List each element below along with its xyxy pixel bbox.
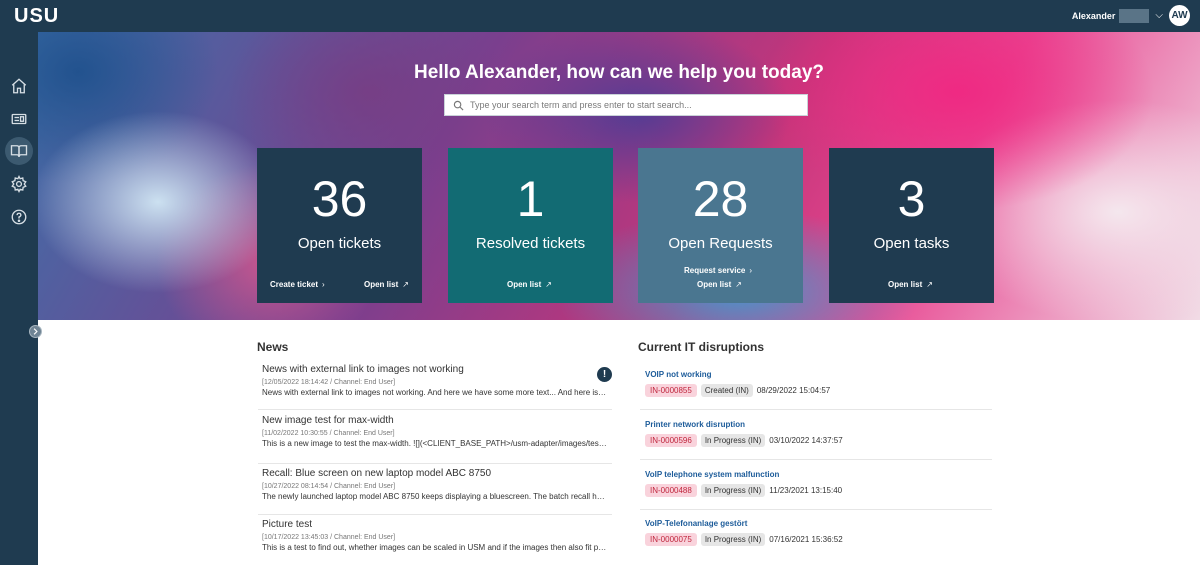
tile-open-requests[interactable]: 28 Open Requests Request service › Open l… [638,148,803,303]
open-list-link[interactable]: Open list ↗ [888,280,933,289]
disruption-item[interactable]: VoIP-Telefonanlage gestört IN-0000075 In… [640,519,992,559]
tile-label: Open tickets [297,235,382,252]
book-icon [10,145,28,158]
disruption-date: 08/29/2022 15:04:57 [756,386,831,395]
status-badge: Created (IN) [700,384,753,397]
chevron-right-icon [33,328,38,335]
link-label: Open list [507,280,542,289]
search-box[interactable] [444,94,808,116]
hero-greeting: Hello Alexander, how can we help you tod… [414,62,824,83]
sidebar [0,32,42,565]
disruption-date: 03/10/2022 14:37:57 [769,436,843,445]
tile-count: 36 [311,171,368,227]
external-arrow-icon: ↗ [735,280,742,289]
top-bar: USU Alexander ⌵ AW [0,0,1200,32]
tile-count: 3 [897,171,926,227]
external-arrow-icon: ↗ [926,280,933,289]
open-list-link[interactable]: Open list ↗ [697,280,742,289]
news-title[interactable]: New image test for max-width [262,415,612,426]
news-item[interactable]: Recall: Blue screen on new laptop model … [258,468,612,515]
incident-id-badge: IN-0000596 [645,434,697,447]
link-label: Open list [888,280,923,289]
user-name[interactable]: Alexander [1072,11,1116,21]
news-text: This is a new image to test the max-widt… [262,439,608,448]
disruptions-heading: Current IT disruptions [638,340,764,354]
request-service-link[interactable]: Request service › [684,266,752,275]
home-icon [11,78,27,94]
user-menu[interactable]: Alexander ⌵ AW [1072,5,1190,26]
link-label: Request service [684,266,746,275]
ticket-card-icon [11,113,27,125]
link-label: Open list [364,280,399,289]
gear-icon [11,175,27,193]
open-list-link[interactable]: Open list ↗ [364,280,409,289]
status-badge: In Progress (IN) [700,533,766,546]
news-item[interactable]: News with external link to images not wo… [258,364,612,410]
create-ticket-link[interactable]: Create ticket › [270,280,325,289]
tile-label: Open Requests [668,235,773,252]
disruption-item[interactable]: VOIP not working IN-0000855 Created (IN)… [640,370,992,410]
hero-banner: Hello Alexander, how can we help you tod… [38,32,1200,320]
news-meta: [11/02/2022 10:30:55 / Channel: End User… [262,430,395,437]
tile-open-tickets[interactable]: 36 Open tickets Create ticket › Open list… [257,148,422,303]
news-text: This is a test to find out, whether imag… [262,543,608,552]
news-item[interactable]: New image test for max-width [11/02/2022… [258,415,612,464]
alert-icon: ! [597,367,612,382]
disruption-date: 11/23/2021 13:15:40 [769,486,843,495]
help-icon [11,209,27,225]
usu-logo[interactable]: USU [14,5,59,28]
news-heading: News [257,340,289,354]
link-label: Create ticket [270,280,319,289]
disruption-item[interactable]: Printer network disruption IN-0000596 In… [640,420,992,460]
tile-count: 28 [692,171,749,227]
news-text: The newly launched laptop model ABC 8750… [262,492,608,501]
open-list-link[interactable]: Open list ↗ [507,280,552,289]
news-text: News with external link to images not wo… [262,388,608,397]
news-title[interactable]: News with external link to images not wo… [262,364,612,375]
avatar[interactable]: AW [1169,5,1190,26]
chevron-down-icon[interactable]: ⌵ [1155,10,1163,21]
user-lastname-redacted [1119,8,1150,23]
search-input[interactable] [470,100,800,110]
tile-resolved-tickets[interactable]: 1 Resolved tickets Open list ↗ [448,148,613,303]
external-arrow-icon: ↗ [402,280,409,289]
disruption-title[interactable]: VOIP not working [645,370,992,379]
link-label: Open list [697,280,732,289]
incident-id-badge: IN-0000075 [645,533,697,546]
disruption-date: 07/16/2021 15:36:52 [769,535,843,544]
incident-id-badge: IN-0000855 [645,384,697,397]
tile-label: Resolved tickets [475,235,586,252]
disruption-title[interactable]: VoIP telephone system malfunction [645,470,992,479]
chevron-right-icon: › [322,280,325,289]
chevron-right-icon: › [749,266,753,275]
disruption-item[interactable]: VoIP telephone system malfunction IN-000… [640,470,992,510]
external-arrow-icon: ↗ [545,280,552,289]
sidebar-item-home[interactable] [5,72,33,100]
news-meta: [10/17/2022 13:45:03 / Channel: End User… [262,534,396,541]
tile-label: Open tasks [873,235,950,252]
news-item[interactable]: Picture test [10/17/2022 13:45:03 / Chan… [258,519,612,565]
news-title[interactable]: Picture test [262,519,612,530]
news-meta: [12/05/2022 18:14:42 / Channel: End User… [262,379,396,386]
news-meta: [10/27/2022 08:14:54 / Channel: End User… [262,483,396,490]
sidebar-item-knowledge[interactable] [5,137,33,165]
sidebar-item-help[interactable] [5,203,33,231]
sidebar-item-tickets[interactable] [5,105,33,133]
disruption-title[interactable]: Printer network disruption [645,420,992,429]
sidebar-item-settings[interactable] [5,170,33,198]
disruption-title[interactable]: VoIP-Telefonanlage gestört [645,519,992,528]
sidebar-expand-button[interactable] [29,325,42,338]
search-icon [453,100,464,110]
news-title[interactable]: Recall: Blue screen on new laptop model … [262,468,612,479]
tile-open-tasks[interactable]: 3 Open tasks Open list ↗ [829,148,994,303]
status-badge: In Progress (IN) [700,484,766,497]
tile-count: 1 [516,171,545,227]
status-badge: In Progress (IN) [700,434,766,447]
incident-id-badge: IN-0000488 [645,484,697,497]
